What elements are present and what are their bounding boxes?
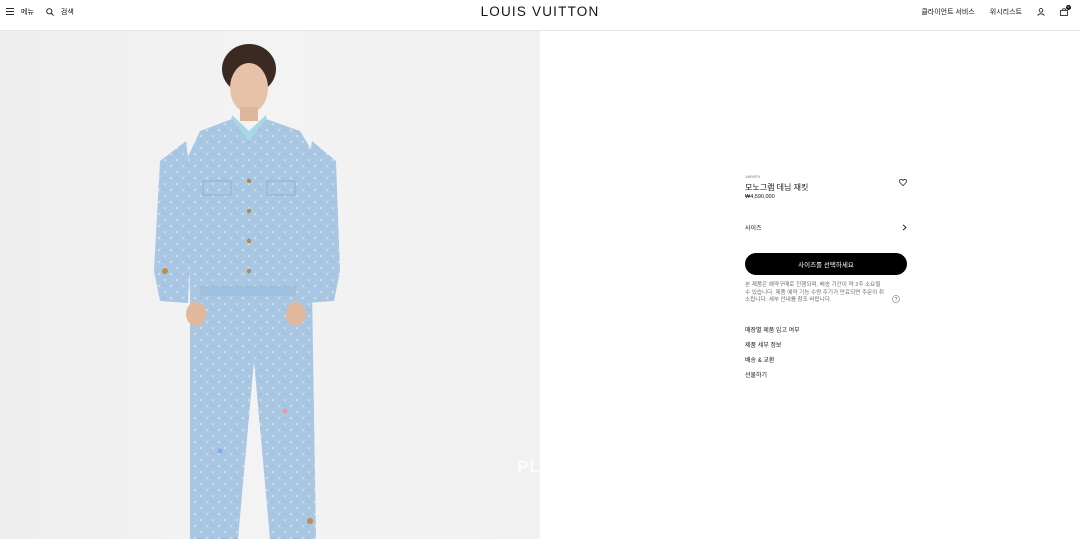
product-details-link[interactable]: 제품 세부 정보 [745, 342, 800, 357]
search-button[interactable]: 검색 [46, 7, 74, 17]
header-right: 클라이언트 서비스 위시리스트 0 [906, 0, 1071, 23]
bag-count-badge: 0 [1066, 4, 1071, 10]
size-label: 사이즈 [745, 226, 762, 232]
shopping-bag-button[interactable]: 0 [1060, 4, 1071, 16]
search-label: 검색 [60, 8, 74, 16]
wishlist-link[interactable]: 위시리스트 [990, 7, 1022, 17]
select-size-button[interactable]: 사이즈를 선택하세요 [745, 253, 907, 275]
hamburger-icon [6, 8, 14, 15]
gift-link[interactable]: 선물하기 [745, 372, 800, 387]
menu-label: 메뉴 [21, 8, 34, 16]
chevron-right-icon [902, 224, 907, 231]
user-icon [1037, 7, 1045, 16]
product-price: ₩4,590,000 [745, 194, 775, 200]
product-links: 매장별 제품 입고 여부 제품 세부 정보 배송 & 교환 선물하기 [745, 327, 800, 387]
client-service-link[interactable]: 클라이언트 서비스 [921, 7, 974, 17]
model-illustration [154, 44, 340, 539]
product-sku: 1AFKF9 [745, 174, 760, 179]
store-availability-link[interactable]: 매장별 제품 입고 여부 [745, 327, 800, 342]
header-left: 메뉴 검색 [6, 0, 86, 23]
notice-help-button[interactable] [892, 290, 900, 308]
brand-logo[interactable]: LOUIS VUITTON [481, 4, 600, 19]
header: 메뉴 검색 LOUIS VUITTON 클라이언트 서비스 위시리스트 0 [0, 0, 1080, 31]
heart-icon [899, 179, 907, 187]
product-image[interactable]: PL [0, 31, 540, 539]
image-watermark: PL [517, 457, 540, 476]
menu-button[interactable]: 메뉴 [6, 7, 34, 17]
add-to-wishlist-button[interactable] [899, 173, 907, 191]
shipping-returns-link[interactable]: 배송 & 교환 [745, 357, 800, 372]
question-circle-icon [892, 295, 900, 303]
account-button[interactable] [1037, 7, 1045, 16]
search-icon [46, 7, 54, 16]
size-selector[interactable]: 사이즈 [745, 222, 907, 233]
preorder-notice: 본 제품은 예약구매로 진행되며, 배송 기간이 약 2주 소요될 수 있습니다… [745, 282, 885, 304]
product-title: 모노그램 데님 재킷 [745, 183, 809, 192]
